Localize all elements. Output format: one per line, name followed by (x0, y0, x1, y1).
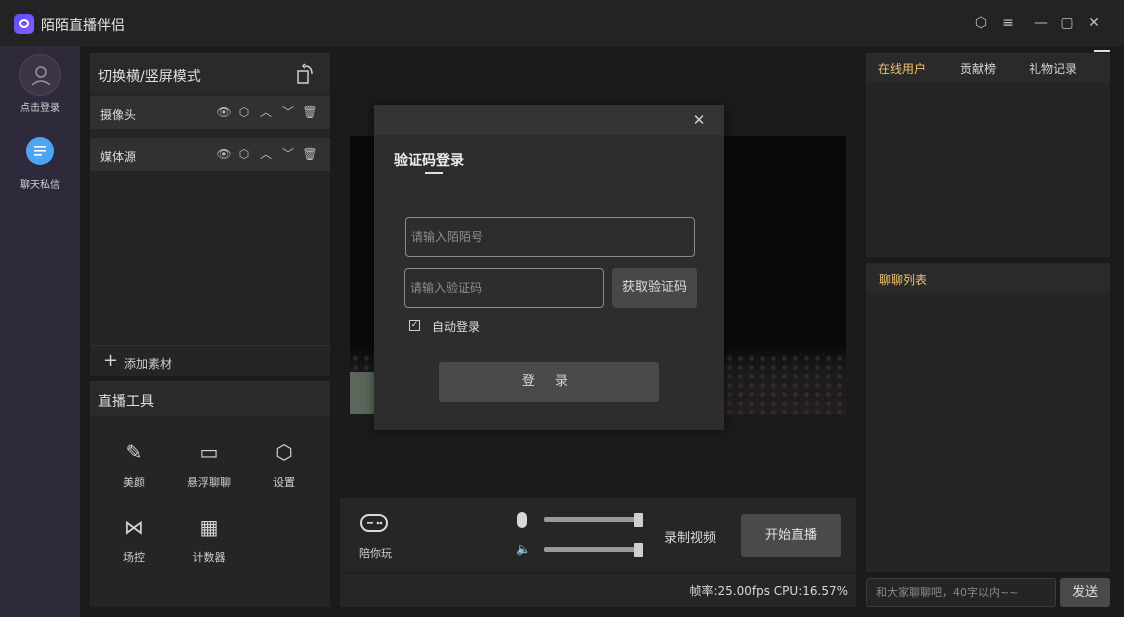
dialog-titlebar: ✕ (374, 105, 724, 135)
orientation-toggle-title[interactable]: 切换横/竖屏模式 (98, 66, 201, 86)
title-underline (425, 172, 443, 174)
app-logo-icon (14, 14, 34, 34)
magic-wand-icon: ✎ (125, 440, 143, 464)
record-video-button[interactable]: 录制视频 (664, 527, 716, 546)
tools-title: 直播工具 (98, 394, 154, 410)
chat-panel: 聊聊列表 (866, 263, 1110, 572)
settings-icon: ⬡ (275, 440, 293, 464)
stats-text: 帧率:25.00fps CPU:16.57% (689, 584, 848, 598)
login-dialog: ✕ 验证码登录 获取验证码 ✓ 自动登录 登 录 (374, 105, 724, 430)
tool-label: 场控 (123, 551, 145, 564)
user-icon (31, 66, 51, 86)
tool-label: 悬浮聊聊 (187, 476, 231, 489)
room-control-tool-button[interactable]: ⋈ 场控 (99, 515, 169, 575)
trash-icon[interactable]: 🗑 (302, 104, 318, 120)
tools-panel: 直播工具 ✎ 美颜 ▭ 悬浮聊聊 ⬡ 设置 ⋈ 场控 ▦ 计数器 (90, 381, 330, 607)
settings-tool-button[interactable]: ⬡ 设置 (249, 440, 319, 500)
minimize-icon[interactable]: — (1032, 14, 1050, 32)
trash-icon[interactable]: 🗑 (302, 146, 318, 162)
settings-icon[interactable]: ⬡ (236, 104, 252, 120)
tab-contribution[interactable]: 贡献榜 (960, 60, 996, 77)
floating-chat-tool-button[interactable]: ▭ 悬浮聊聊 (174, 440, 244, 500)
settings-icon[interactable]: ⬡ (972, 14, 990, 32)
momo-id-field[interactable] (405, 217, 695, 257)
add-source-label: 添加素材 (124, 357, 173, 371)
tab-online-users[interactable]: 在线用户 (878, 60, 926, 77)
beauty-tool-button[interactable]: ✎ 美颜 (99, 440, 169, 500)
start-live-button[interactable]: 开始直播 (741, 514, 841, 557)
chevron-down-icon[interactable]: ﹀ (280, 104, 296, 120)
divider (1094, 50, 1110, 52)
speaker-volume-knob[interactable] (634, 543, 643, 557)
settings-icon[interactable]: ⬡ (236, 146, 252, 162)
chat-list-title: 聊聊列表 (879, 273, 928, 287)
room-control-icon: ⋈ (124, 515, 144, 539)
source-row[interactable]: 摄像头 👁 ⬡ ︿ ﹀ 🗑 (90, 96, 330, 129)
send-button[interactable]: 发送 (1060, 578, 1110, 607)
microphone-icon[interactable] (517, 512, 527, 528)
source-label: 摄像头 (100, 108, 137, 122)
tool-label: 美颜 (123, 476, 145, 489)
left-rail: 点击登录 聊天私信 (0, 46, 80, 617)
source-label: 媒体源 (100, 150, 137, 164)
gamepad-icon[interactable] (360, 514, 388, 532)
chevron-up-icon[interactable]: ︿ (258, 104, 274, 120)
chat-input[interactable] (866, 578, 1056, 607)
tab-gift-records[interactable]: 礼物记录 (1029, 60, 1077, 77)
eye-icon[interactable]: 👁 (216, 104, 232, 120)
add-source-button[interactable]: + 添加素材 (90, 345, 330, 376)
eye-icon[interactable]: 👁 (216, 146, 232, 162)
auto-login-checkbox[interactable]: ✓ (409, 320, 420, 331)
control-bar: 陪你玩 🔈 录制视频 开始直播 帧率:25.00fps CPU:16.57% (340, 498, 856, 607)
chat-icon[interactable] (26, 137, 54, 165)
scene-header: 切换横/竖屏模式 (90, 53, 330, 93)
app-title: 陌陌直播伴侣 (41, 18, 125, 34)
audience-panel: 在线用户 贡献榜 礼物记录 (866, 53, 1110, 257)
divider (340, 572, 856, 573)
tool-label: 计数器 (192, 551, 226, 564)
verification-code-field[interactable] (404, 268, 604, 308)
dialog-title: 验证码登录 (394, 153, 464, 169)
audience-tabs: 在线用户 贡献榜 礼物记录 (866, 53, 1110, 82)
chat-header: 聊聊列表 (866, 263, 1110, 293)
close-icon[interactable]: ✕ (1085, 14, 1103, 32)
title-bar: 陌陌直播伴侣 ⬡ ≡ — ▢ ✕ (0, 0, 1124, 46)
tool-label: 设置 (273, 476, 295, 489)
avatar[interactable] (19, 54, 61, 96)
auto-login-label: 自动登录 (432, 320, 481, 334)
chevron-up-icon[interactable]: ︿ (258, 146, 274, 162)
scene-panel: 切换横/竖屏模式 摄像头 👁 ⬡ ︿ ﹀ 🗑 媒体源 👁 ⬡ ︿ ﹀ 🗑 + 添… (90, 53, 330, 376)
mic-volume-slider[interactable] (544, 517, 640, 522)
play-together-label[interactable]: 陪你玩 (359, 545, 392, 561)
get-code-button[interactable]: 获取验证码 (612, 268, 697, 308)
mic-volume-knob[interactable] (634, 513, 643, 527)
chat-bubble-icon: ▭ (199, 440, 219, 464)
source-row[interactable]: 媒体源 👁 ⬡ ︿ ﹀ 🗑 (90, 138, 330, 171)
chat-label[interactable]: 聊天私信 (0, 176, 80, 191)
tools-header: 直播工具 (90, 381, 330, 416)
speaker-icon[interactable]: 🔈 (516, 542, 531, 556)
counter-tool-button[interactable]: ▦ 计数器 (174, 515, 244, 575)
login-button[interactable]: 登 录 (439, 362, 659, 402)
close-icon[interactable]: ✕ (690, 111, 708, 129)
menu-icon[interactable]: ≡ (999, 14, 1017, 32)
plus-icon: + (103, 350, 119, 371)
rotate-screen-icon[interactable] (296, 63, 316, 85)
app-window: 陌陌直播伴侣 ⬡ ≡ — ▢ ✕ 点击登录 聊天私信 切换横/竖屏模式 摄像头 … (0, 0, 1124, 617)
gift-box-icon: ▦ (199, 515, 219, 539)
speaker-volume-slider[interactable] (544, 547, 640, 552)
chevron-down-icon[interactable]: ﹀ (280, 146, 296, 162)
login-label[interactable]: 点击登录 (0, 99, 80, 114)
maximize-icon[interactable]: ▢ (1058, 14, 1076, 32)
